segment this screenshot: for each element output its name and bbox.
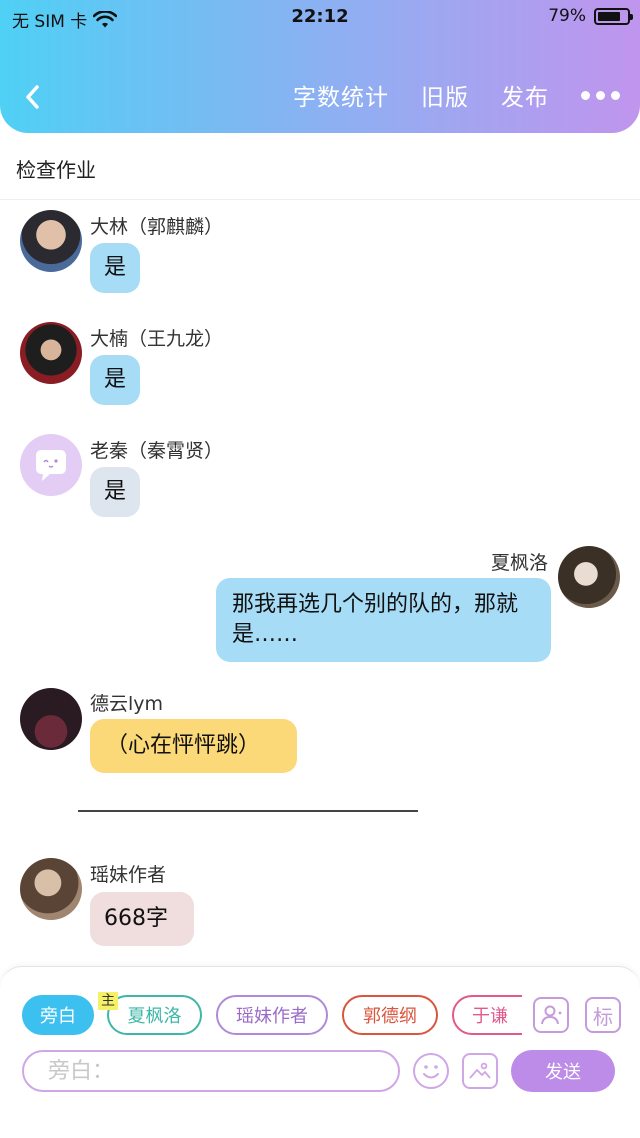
status-time: 22:12 [291,6,349,27]
page-title: 检查作业 [16,158,96,182]
status-bar: 无 SIM 卡 22:12 79% [0,0,640,34]
role-chip-xiafengluo[interactable]: 夏枫洛 [107,995,202,1035]
avatar-laoqin[interactable] [20,434,82,496]
sender-name: 瑶妹作者 [90,864,167,886]
role-chip-yaomei[interactable]: 瑶妹作者 [216,995,328,1035]
word-count-button[interactable]: 字数统计 [293,78,389,112]
header-bar: 无 SIM 卡 22:12 79% 字数统计 旧版 发布 [0,0,640,133]
role-chip-guodegang[interactable]: 郭德纲 [342,995,438,1035]
message-bubble[interactable]: 那我再选几个别的队的，那就是…… [216,578,551,662]
battery-icon [594,7,633,25]
sender-name: 夏枫洛 [490,552,548,574]
avatar-danan[interactable] [20,322,82,384]
old-version-button[interactable]: 旧版 [421,78,469,112]
avatar-deyun-lym[interactable] [20,688,82,750]
message-input[interactable] [48,1057,378,1085]
publish-button[interactable]: 发布 [501,78,549,112]
image-icon[interactable] [462,1053,498,1089]
battery-percent: 79% [548,6,586,26]
status-right: 79% [548,6,633,26]
tag-button[interactable]: 标 [585,997,621,1033]
message-bubble[interactable]: 668字 [90,892,194,946]
avatar-xiafengluo[interactable] [558,546,620,608]
message-bubble[interactable]: 是 [90,467,141,517]
person-card-icon[interactable] [533,997,569,1033]
divider-line [78,810,418,812]
person-card-glyph [541,1005,562,1025]
chat-face-icon [36,450,66,481]
sender-name: 德云lym [90,693,164,715]
role-chip-yuqian[interactable]: 于谦 [452,995,522,1035]
battery-fill [598,11,620,21]
chevron-left-icon [26,85,39,109]
sender-name: 大楠（王九龙） [90,328,224,350]
role-selector: 旁白 夏枫洛 瑶妹作者 郭德纲 于谦 [22,995,522,1037]
avatar-yaomei[interactable] [20,858,82,920]
nav-actions: 字数统计 旧版 发布 [293,78,620,112]
page-title-bar: 检查作业 [0,140,640,200]
avatar-dalin[interactable] [20,210,82,272]
message-bubble[interactable]: （心在怦怦跳） [90,719,297,773]
send-button[interactable]: 发送 [511,1050,615,1092]
role-chip-narrator[interactable]: 旁白 [22,995,94,1035]
emoji-glyph [423,1065,439,1079]
more-dots-icon[interactable] [581,80,620,110]
message-bubble[interactable]: 是 [90,355,141,405]
emoji-icon[interactable] [413,1053,449,1089]
nav-bar: 字数统计 旧版 发布 [0,60,640,130]
message-bubble[interactable]: 是 [90,243,141,293]
image-glyph [469,1062,491,1079]
sender-name: 老秦（秦霄贤） [90,440,224,462]
main-role-tag: 主 [98,992,118,1010]
back-button[interactable] [16,80,50,114]
message-input-box[interactable] [22,1050,400,1092]
sender-name: 大林（郭麒麟） [90,216,224,238]
